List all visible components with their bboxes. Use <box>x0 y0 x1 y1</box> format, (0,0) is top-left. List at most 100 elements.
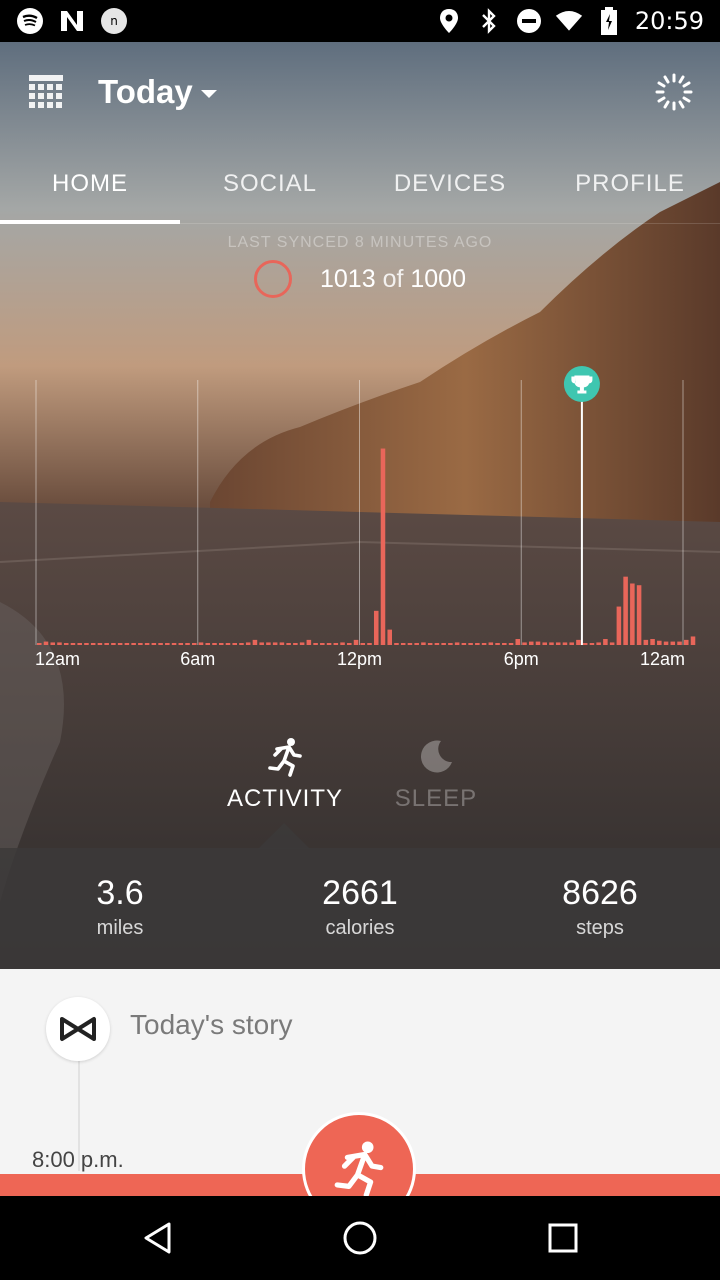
app-header: Today <box>0 42 720 142</box>
chart-bar <box>259 642 264 645</box>
chart-bar <box>347 643 352 645</box>
chart-bar <box>185 643 190 645</box>
chart-bar <box>670 641 676 645</box>
chart-bar <box>400 643 406 645</box>
chart-bar <box>380 448 386 645</box>
chart-bar <box>616 606 622 645</box>
chart-bar <box>373 610 379 645</box>
chart-bar <box>576 639 581 645</box>
stat-unit: miles <box>96 917 144 939</box>
chart-bar <box>394 643 399 645</box>
chart-bar <box>367 643 372 645</box>
story-feed[interactable]: Today's story 8:00 p.m. <box>0 969 720 1197</box>
chart-bar <box>144 643 150 645</box>
date-label: Today <box>98 73 193 110</box>
chart-bar <box>549 642 554 645</box>
status-bar: n 20:59 <box>0 0 720 42</box>
chart-bar <box>434 643 440 645</box>
chart-bar <box>171 643 177 645</box>
do-not-disturb-icon <box>515 7 543 35</box>
chart-bar <box>663 641 669 645</box>
chart-bar <box>37 643 42 645</box>
chart-bar <box>97 643 103 645</box>
chart-bar <box>461 643 467 645</box>
running-icon <box>220 735 350 779</box>
n-app-icon <box>58 7 86 35</box>
tab-home[interactable]: HOME <box>0 146 180 224</box>
notification-icon: n <box>100 7 128 35</box>
selection-pointer <box>258 823 310 849</box>
stat-unit: calories <box>325 917 395 939</box>
chart-tick-label: 6am <box>180 649 215 669</box>
back-triangle-icon[interactable] <box>136 1216 180 1260</box>
chart-bar <box>488 642 494 645</box>
chart-bar <box>502 643 507 645</box>
chart-bar <box>448 643 453 645</box>
goal-ring-icon <box>253 260 292 298</box>
story-title: Today's story <box>130 1009 293 1040</box>
goal-progress: 1013 of 1000 <box>0 260 720 298</box>
chart-bar <box>528 641 534 645</box>
stats-strip: 3.6 miles 2661 calories 8626 steps <box>0 848 720 969</box>
chart-bar <box>542 642 548 645</box>
chart-bar <box>535 641 541 645</box>
chart-bar <box>158 643 163 645</box>
location-icon <box>435 7 463 35</box>
chart-bar <box>245 642 251 645</box>
activity-chart: 12am 6am 12pm 6pm 12am <box>35 366 696 669</box>
tab-devices[interactable]: DEVICES <box>360 146 540 223</box>
chart-bar <box>609 642 615 645</box>
chart-bar <box>192 643 197 645</box>
chart-bar <box>77 643 82 645</box>
chart-bar <box>636 585 642 645</box>
activity-toggle[interactable]: ACTIVITY <box>220 735 350 813</box>
chart-bar <box>596 642 601 645</box>
home-circle-icon[interactable] <box>338 1216 382 1260</box>
chart-bar <box>441 643 446 645</box>
spotify-icon <box>16 7 44 35</box>
tab-social[interactable]: SOCIAL <box>180 146 360 223</box>
chart-bar <box>124 643 130 645</box>
sleep-toggle[interactable]: SLEEP <box>380 735 492 813</box>
chart-bar <box>131 643 136 645</box>
calendar-icon[interactable] <box>26 72 66 112</box>
chart-bar <box>589 643 595 645</box>
chart-bar <box>360 643 366 645</box>
chart-bar <box>320 643 325 645</box>
goal-target: 1000 <box>410 264 466 293</box>
chart-bar <box>562 642 568 645</box>
chart-bar <box>623 576 628 645</box>
chart-bar <box>427 643 433 645</box>
chart-bar <box>630 583 635 645</box>
chart-bar <box>138 643 143 645</box>
moon-icon <box>380 735 492 779</box>
sleep-label: SLEEP <box>394 785 478 812</box>
stat-distance: 3.6 miles <box>60 874 180 940</box>
svg-text:n: n <box>110 14 118 28</box>
date-dropdown[interactable]: Today <box>98 73 217 111</box>
activity-fab[interactable] <box>302 1112 416 1197</box>
misfit-logo-icon <box>46 997 110 1061</box>
last-synced-text: LAST SYNCED 8 MINUTES AGO <box>227 234 493 251</box>
goal-value: 1013 <box>319 264 376 293</box>
recents-square-icon[interactable] <box>541 1216 585 1260</box>
chart-bar <box>340 642 345 645</box>
chart-tick-label: 6pm <box>504 649 539 669</box>
chart-bar <box>414 643 419 645</box>
chart-bar <box>293 643 298 645</box>
mode-switch: ACTIVITY SLEEP <box>0 735 720 850</box>
stat-calories: 2661 calories <box>295 874 425 940</box>
activity-label: ACTIVITY <box>226 785 343 812</box>
chart-bar <box>690 636 696 645</box>
chart-bar <box>198 642 204 645</box>
chart-bar <box>475 643 480 645</box>
chart-bar <box>43 641 49 645</box>
chart-bar <box>684 639 689 645</box>
sync-spinner-icon[interactable] <box>654 72 694 112</box>
chart-bar <box>50 642 56 645</box>
tab-profile[interactable]: PROFILE <box>540 146 720 223</box>
chart-bar <box>454 642 460 645</box>
chevron-down-icon <box>200 90 217 98</box>
chart-tick-label: 12am <box>640 649 685 669</box>
stat-value: 3.6 <box>96 874 144 912</box>
